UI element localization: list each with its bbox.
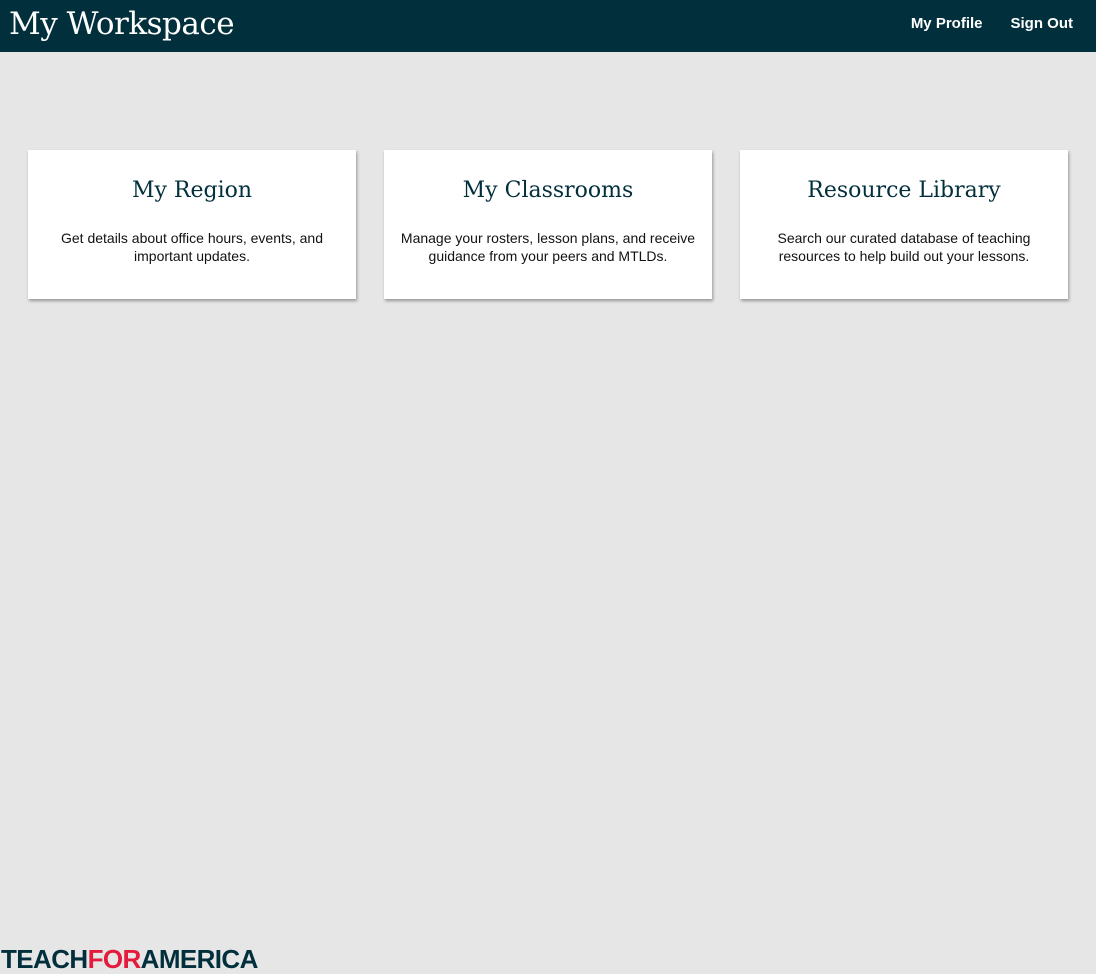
header-nav: My Profile Sign Out: [911, 14, 1073, 34]
card-title: Resource Library: [807, 178, 1001, 203]
teach-for-america-logo: TEACHFORAMERICA: [1, 945, 258, 973]
workspace-cards: My Region Get details about office hours…: [28, 150, 1068, 299]
card-description: Manage your rosters, lesson plans, and r…: [400, 230, 696, 264]
logo-text-teach: TEACH: [1, 944, 88, 974]
card-my-classrooms[interactable]: My Classrooms Manage your rosters, lesso…: [384, 150, 712, 299]
card-my-region[interactable]: My Region Get details about office hours…: [28, 150, 356, 299]
card-description: Search our curated database of teaching …: [777, 230, 1031, 264]
my-profile-link[interactable]: My Profile: [911, 14, 983, 34]
logo-text-america: AMERICA: [140, 944, 259, 974]
card-description: Get details about office hours, events, …: [60, 230, 324, 264]
card-title: My Classrooms: [462, 178, 634, 203]
top-header-bar: My Workspace My Profile Sign Out: [0, 0, 1096, 52]
card-resource-library[interactable]: Resource Library Search our curated data…: [740, 150, 1068, 299]
card-title: My Region: [131, 178, 253, 203]
page-title: My Workspace: [9, 6, 235, 42]
sign-out-link[interactable]: Sign Out: [1011, 14, 1074, 34]
logo-text-for: FOR: [87, 944, 142, 974]
